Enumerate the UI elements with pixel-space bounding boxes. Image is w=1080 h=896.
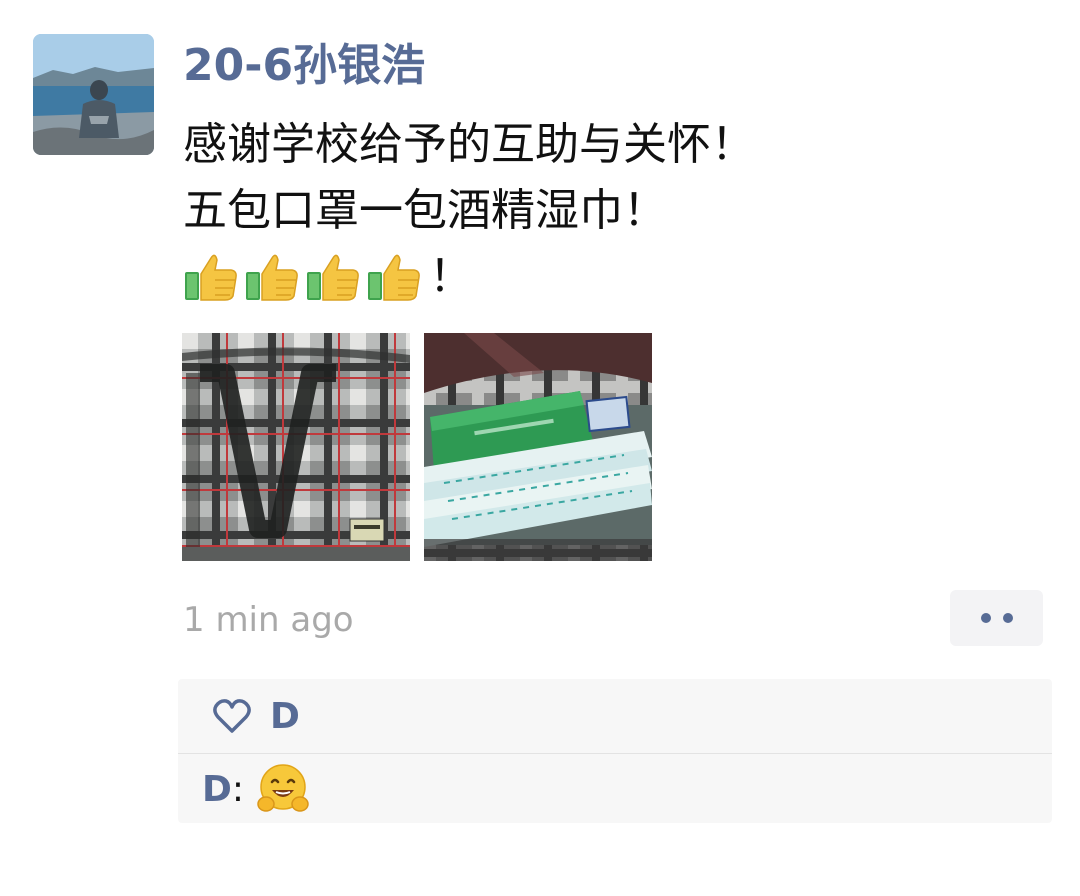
like-user-name[interactable]: D [270,696,300,737]
post-text-line-1: 感谢学校给予的互助与关怀！ [183,119,755,170]
thumbs-up-icon [246,254,298,301]
emoji-line-suffix: ！ [429,251,473,302]
moments-post: 20-6孙银浩 感谢学校给予的互助与关怀！ 五包口罩一包酒精湿巾！ ！ 1 mi… [0,0,1080,896]
comment-author[interactable]: D [202,769,232,810]
post-photo-1[interactable] [182,333,410,561]
divider [178,753,1052,754]
author-name[interactable]: 20-6孙银浩 [183,36,425,96]
thumbs-up-icon [185,254,237,301]
thumbs-up-icon [307,254,359,301]
heart-icon [213,699,251,733]
post-photo-2[interactable] [424,333,652,561]
post-text: 感谢学校给予的互助与关怀！ 五包口罩一包酒精湿巾！ ！ [183,112,1043,310]
hugging-face-emoji-icon [257,764,309,812]
likes-row: D [178,679,1052,753]
interactions-panel: D D : [178,679,1052,823]
post-text-line-2: 五包口罩一包酒精湿巾！ [183,185,667,236]
more-actions-button[interactable] [950,590,1043,646]
comment-separator: : [231,768,245,810]
thumbs-up-icon [368,254,420,301]
comment-item[interactable]: D : [202,755,310,823]
post-time: 1 min ago [183,600,354,640]
avatar[interactable] [33,34,154,155]
dot-icon [980,613,991,623]
dot-icon [1002,613,1013,623]
emoji-line: ！ [183,244,1043,310]
